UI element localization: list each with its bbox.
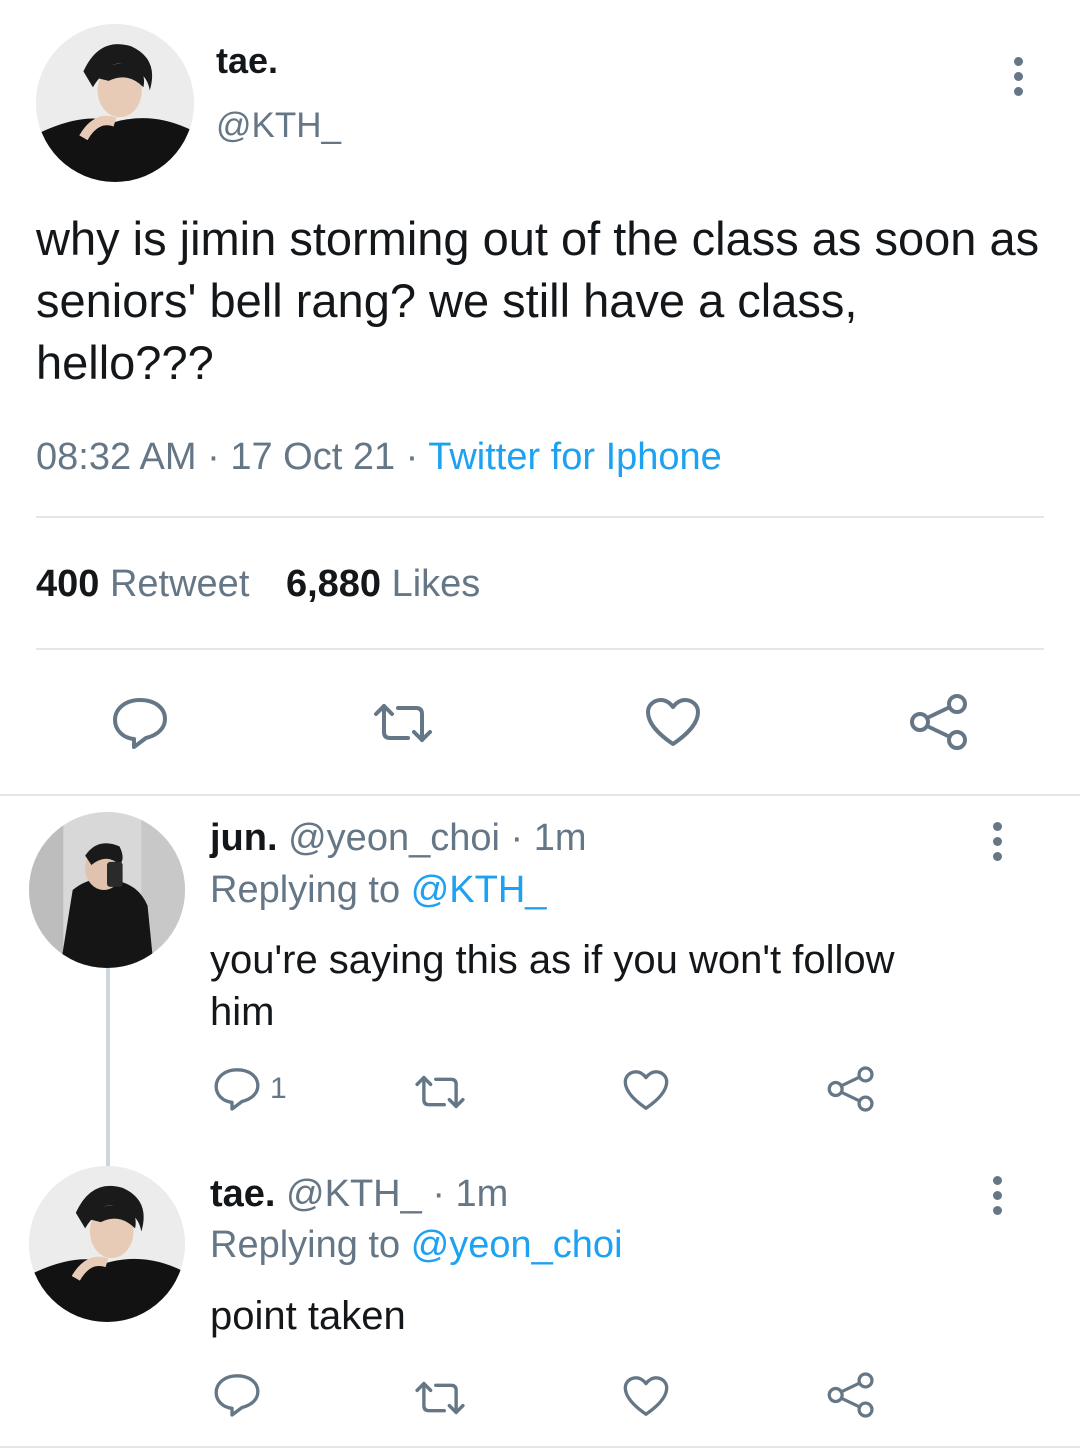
tweet-date: 17 Oct 21	[230, 436, 396, 478]
share-button[interactable]	[826, 1370, 876, 1420]
more-vertical-icon[interactable]	[1012, 57, 1024, 96]
share-button[interactable]	[826, 1064, 876, 1114]
tweet-time: 08:32 AM	[36, 436, 197, 478]
reply-display-name[interactable]: tae.	[210, 1173, 275, 1215]
replying-to: Replying to @yeon_choi	[210, 1224, 623, 1267]
replying-to: Replying to @KTH_	[210, 869, 546, 912]
tweet-source-link[interactable]: Twitter for Iphone	[428, 436, 722, 478]
tweet-stats: 400 Retweet 6,880 Likes	[36, 563, 480, 606]
retweet-icon	[374, 704, 432, 742]
retweet-button[interactable]	[412, 1378, 468, 1418]
separator: ·	[510, 817, 524, 859]
reply-avatar[interactable]	[29, 812, 185, 968]
share-button[interactable]	[908, 692, 970, 752]
replying-to-handle[interactable]: @yeon_choi	[411, 1224, 623, 1266]
retweet-count: 400	[36, 563, 100, 605]
more-vertical-icon[interactable]	[991, 1176, 1003, 1215]
like-button[interactable]	[644, 696, 702, 748]
reply-button[interactable]	[212, 1372, 270, 1418]
share-icon	[910, 694, 967, 750]
divider	[0, 1446, 1080, 1448]
reply-text: point taken	[210, 1294, 406, 1338]
like-button[interactable]	[622, 1374, 670, 1418]
retweet-stat[interactable]: 400 Retweet	[36, 563, 260, 605]
reply-icon	[214, 1068, 260, 1111]
reply-display-name[interactable]: jun.	[210, 817, 278, 859]
share-icon	[827, 1066, 874, 1112]
likes-stat[interactable]: 6,880 Likes	[286, 563, 480, 605]
like-icon	[646, 698, 700, 746]
tweet-metadata: 08:32 AM · 17 Oct 21 · Twitter for Iphon…	[36, 436, 722, 479]
replying-to-label: Replying to	[210, 1224, 401, 1266]
reply-header: jun. @yeon_choi · 1m	[210, 817, 587, 860]
reply-time: 1m	[455, 1173, 509, 1215]
like-label: Likes	[391, 563, 481, 605]
replying-to-label: Replying to	[210, 869, 401, 911]
more-vertical-icon[interactable]	[991, 822, 1003, 861]
reply-icon	[214, 1374, 260, 1417]
reply-count: 1	[270, 1072, 287, 1105]
divider	[36, 648, 1044, 650]
reply-button[interactable]: 1	[212, 1066, 287, 1112]
share-icon	[827, 1372, 874, 1418]
divider	[0, 794, 1080, 796]
like-button[interactable]	[622, 1068, 670, 1112]
separator: ·	[405, 436, 419, 478]
reply-text: you're saying this as if you won't follo…	[210, 938, 895, 1034]
like-count: 6,880	[285, 563, 382, 605]
separator: ·	[432, 1173, 445, 1215]
retweet-button[interactable]	[370, 700, 436, 746]
like-icon	[623, 1070, 669, 1110]
tweet-text: why is jimin storming out of the class a…	[36, 212, 1040, 389]
reply-time: 1m	[533, 817, 587, 859]
reply-avatar[interactable]	[29, 1166, 185, 1322]
reply-icon	[113, 698, 167, 749]
retweet-icon	[415, 1075, 465, 1109]
divider	[36, 516, 1044, 518]
reply-header: tae. @KTH_ · 1m	[210, 1173, 508, 1216]
retweet-button[interactable]	[412, 1072, 468, 1112]
replying-to-handle[interactable]: @KTH_	[411, 869, 547, 911]
author-avatar[interactable]	[36, 24, 194, 182]
author-display-name[interactable]: tae.	[216, 40, 278, 82]
author-handle[interactable]: @KTH_	[216, 106, 341, 146]
reply-button[interactable]	[110, 696, 170, 750]
retweet-icon	[415, 1381, 465, 1415]
retweet-label: Retweet	[109, 563, 250, 605]
thread-line	[106, 966, 110, 1166]
like-icon	[623, 1376, 669, 1416]
reply-handle[interactable]: @KTH_	[286, 1173, 422, 1215]
reply-handle[interactable]: @yeon_choi	[288, 817, 500, 859]
separator: ·	[207, 436, 220, 478]
